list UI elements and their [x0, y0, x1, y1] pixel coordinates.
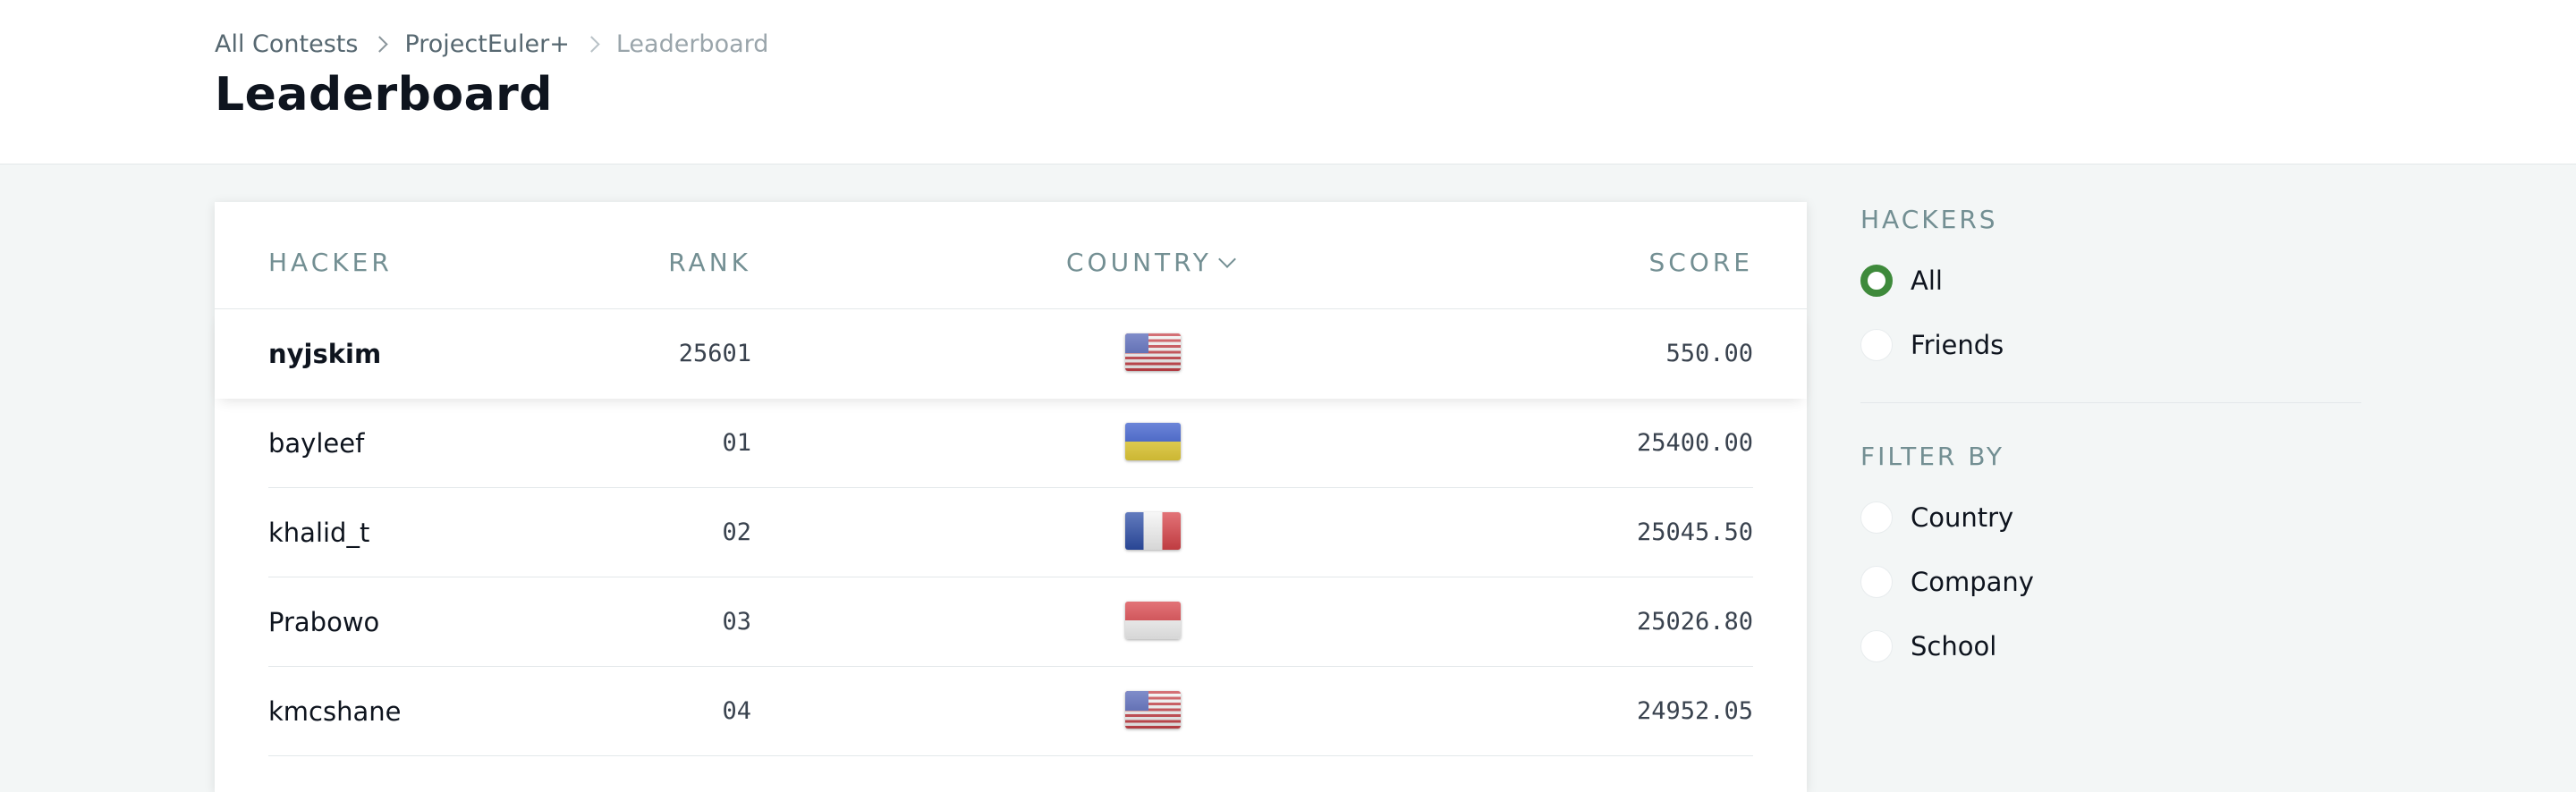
radio-checked-icon[interactable] [1860, 265, 1893, 297]
column-header-country[interactable]: COUNTRY [1066, 245, 1236, 281]
hacker-name[interactable]: Prabowo [268, 577, 379, 667]
radio-label: Company [1911, 567, 2034, 597]
breadcrumb: All Contests ProjectEuler+ Leaderboard [215, 30, 768, 58]
radio-unchecked-icon[interactable] [1860, 501, 1893, 534]
score-value: 550.00 [1665, 340, 1753, 367]
breadcrumb-projecteuler[interactable]: ProjectEuler+ [404, 30, 569, 58]
score-value: 25045.50 [1636, 518, 1753, 546]
id-flag-icon [1125, 602, 1181, 639]
breadcrumb-leaderboard: Leaderboard [615, 30, 769, 58]
fr-flag-icon [1125, 512, 1181, 550]
column-header-hacker: HACKER [268, 248, 393, 277]
page-header: All Contests ProjectEuler+ Leaderboard L… [0, 0, 2576, 164]
filter-sidebar: HACKERS All Friends FILTER BY Country Co… [1860, 202, 2361, 678]
rank-value: 03 [722, 608, 751, 636]
rank-value: 25601 [678, 340, 751, 367]
score-value: 25400.00 [1636, 429, 1753, 457]
us-flag-icon [1125, 333, 1181, 371]
score-value: 24952.05 [1636, 697, 1753, 725]
radio-unchecked-icon[interactable] [1860, 630, 1893, 662]
rank-value: 04 [722, 697, 751, 725]
table-row: Prabowo 03 25026.80 [215, 577, 1807, 667]
page-title: Leaderboard [215, 68, 554, 122]
chevron-down-icon [1218, 250, 1236, 268]
chevron-right-icon [358, 32, 404, 57]
score-value: 25026.80 [1636, 608, 1753, 636]
rank-value: 02 [722, 518, 751, 546]
current-user-row: nyjskim 25601 550.00 [215, 309, 1807, 399]
filter-by-heading: FILTER BY [1860, 442, 2005, 471]
row-divider [268, 755, 1753, 756]
hacker-name[interactable]: khalid_t [268, 488, 369, 577]
radio-school[interactable]: School [1860, 614, 2361, 678]
leaderboard-table: HACKER RANK COUNTRY SCORE nyjskim 25601 … [215, 202, 1807, 792]
column-header-score: SCORE [1648, 248, 1753, 277]
table-row: bayleef 01 25400.00 [215, 399, 1807, 488]
radio-label: All [1911, 265, 1943, 296]
hacker-name[interactable]: bayleef [268, 399, 364, 488]
rank-value: 01 [722, 429, 751, 457]
radio-company[interactable]: Company [1860, 550, 2361, 614]
radio-label: School [1911, 631, 1997, 661]
hacker-name[interactable]: kmcshane [268, 667, 401, 756]
column-header-rank: RANK [668, 248, 751, 277]
breadcrumb-all-contests[interactable]: All Contests [215, 30, 358, 58]
column-header-country-label: COUNTRY [1066, 248, 1212, 277]
table-row: kmcshane 04 24952.05 [215, 667, 1807, 756]
radio-label: Country [1911, 502, 2014, 533]
table-row: khalid_t 02 25045.50 [215, 488, 1807, 577]
radio-country[interactable]: Country [1860, 485, 2361, 550]
us-flag-icon [1125, 691, 1181, 729]
radio-friends[interactable]: Friends [1860, 313, 2361, 377]
hackers-heading: HACKERS [1860, 205, 1998, 234]
radio-label: Friends [1911, 330, 2004, 360]
ua-flag-icon [1125, 423, 1181, 460]
hacker-name[interactable]: nyjskim [268, 309, 381, 399]
radio-all[interactable]: All [1860, 249, 2361, 313]
chevron-right-icon [570, 32, 616, 57]
radio-unchecked-icon[interactable] [1860, 566, 1893, 598]
radio-unchecked-icon[interactable] [1860, 329, 1893, 361]
